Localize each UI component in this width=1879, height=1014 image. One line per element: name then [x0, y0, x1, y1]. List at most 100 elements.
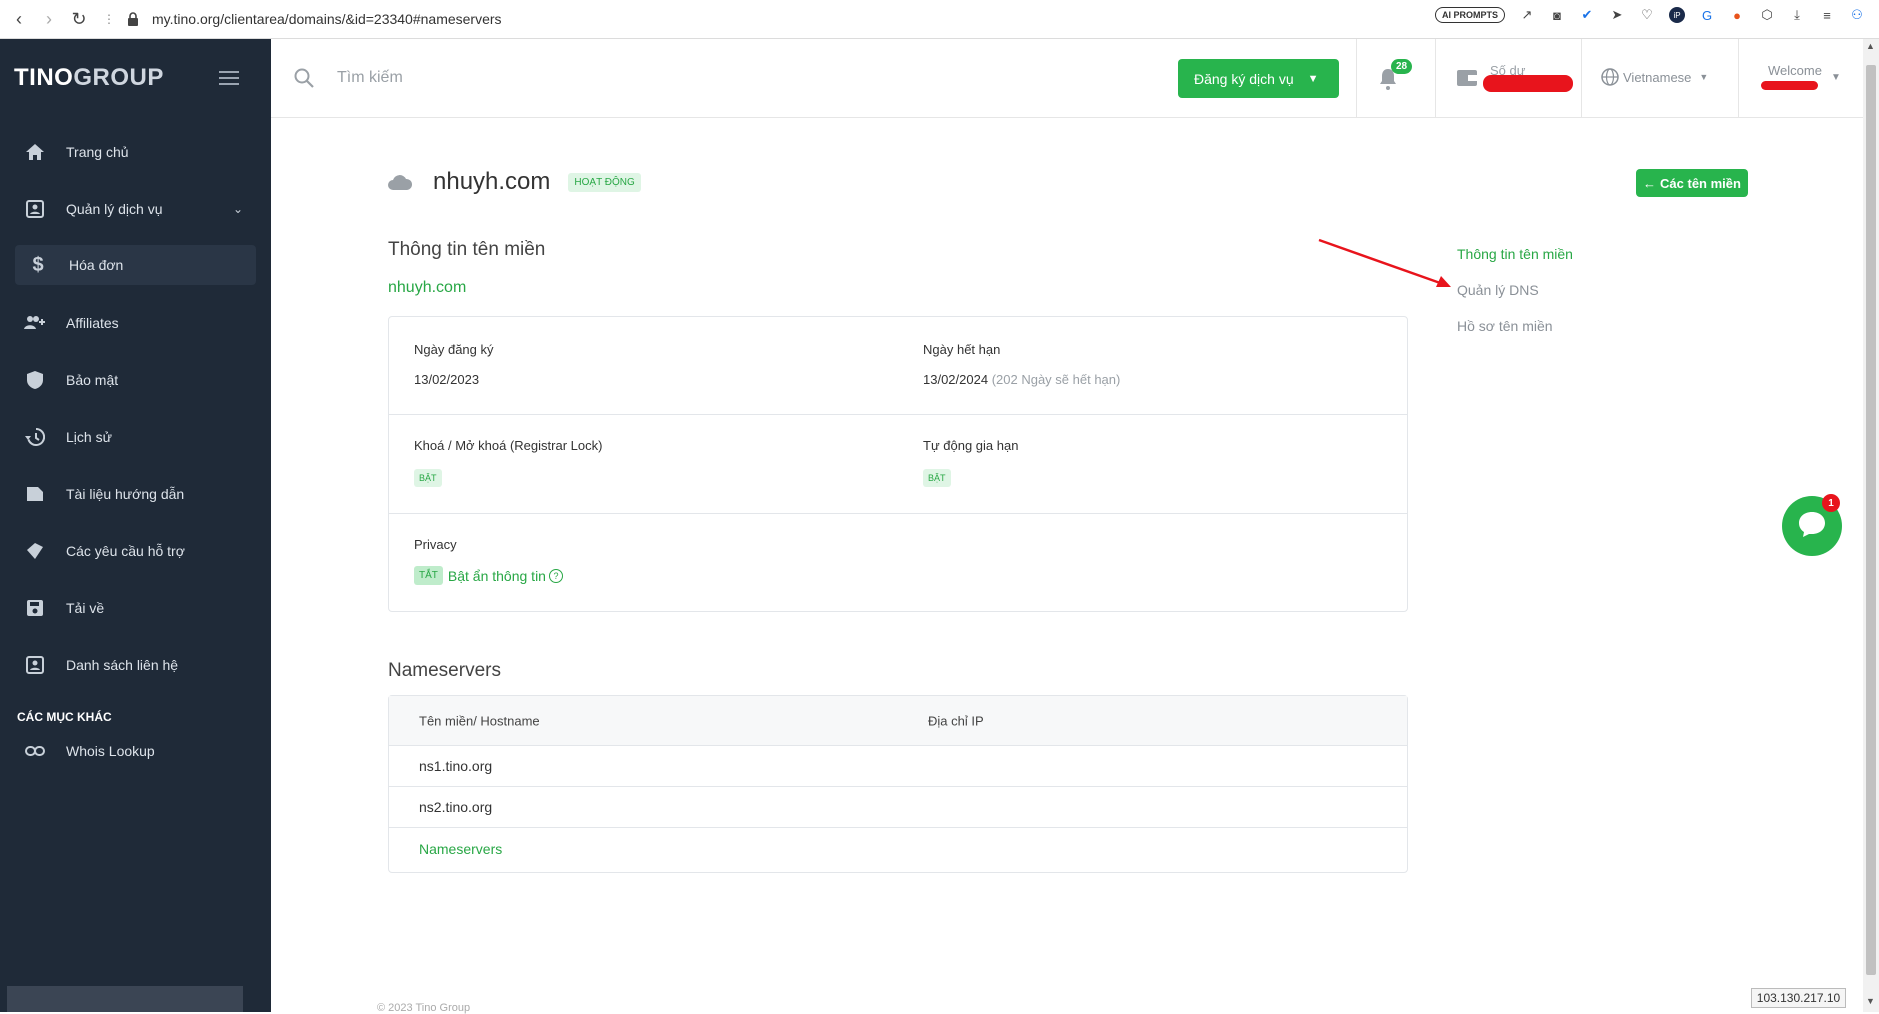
register-label: Đăng ký dịch vụ [1194, 70, 1294, 87]
ns-hostname: ns1.tino.org [419, 758, 493, 774]
sidebar-item-label: Tài liệu hướng dẫn [66, 485, 185, 502]
menu-icon[interactable]: ≡ [1819, 7, 1835, 23]
domain-info-link[interactable]: nhuyh.com [388, 279, 466, 297]
sidebar-item-whois[interactable]: Whois Lookup [0, 729, 271, 773]
hamburger-icon[interactable] [219, 71, 239, 85]
logo-light-text: GROUP [73, 64, 164, 91]
logo-bold-text: TINO [14, 64, 74, 91]
enable-privacy-link[interactable]: Bật ẩn thông tin [448, 568, 546, 584]
subnav-domain-profile[interactable]: Hồ sơ tên miền [1457, 318, 1553, 334]
chevron-down-icon[interactable]: ⌄ [233, 202, 243, 216]
back-icon[interactable]: ‹ [4, 4, 34, 34]
translate-icon[interactable]: G [1699, 7, 1715, 23]
scroll-down-arrow[interactable]: ▼ [1866, 996, 1875, 1006]
sidebar-item-affiliates[interactable]: Affiliates [0, 294, 271, 351]
sidebar-item-home[interactable]: Trang chủ [0, 123, 271, 180]
status-badge: HOẠT ĐỘNG [568, 172, 641, 192]
privacy-status-badge[interactable]: TẮT [414, 566, 443, 585]
sidebar-item-downloads[interactable]: Tải về [0, 579, 271, 636]
reload-icon[interactable]: ↻ [64, 4, 94, 34]
card-row-lock: Khoá / Mở khoá (Registrar Lock) BẬT Tự đ… [389, 415, 1407, 514]
card-row-dates: Ngày đăng ký 13/02/2023 Ngày hết hạn 13/… [389, 317, 1407, 415]
privacy-label: Privacy [414, 537, 457, 552]
table-row: Nameservers [389, 828, 1407, 869]
notification-badge: 28 [1391, 59, 1413, 74]
lock-icon[interactable] [124, 4, 142, 34]
annotation-arrow [1318, 238, 1451, 287]
divider [1356, 39, 1357, 118]
sidebar-item-label: Các yêu cầu hỗ trợ [66, 542, 185, 559]
profile-icon[interactable]: ⚇ [1849, 7, 1865, 23]
chat-bubble-icon [1796, 509, 1828, 544]
nameservers-link[interactable]: Nameservers [419, 841, 502, 857]
table-row: ns1.tino.org [389, 746, 1407, 787]
subnav-dns-management[interactable]: Quản lý DNS [1457, 282, 1539, 298]
subnav-domain-info[interactable]: Thông tin tên miền [1457, 246, 1573, 262]
sidebar-item-label: Trang chủ [66, 143, 129, 160]
link-icon [24, 740, 46, 762]
sidebar-item-contacts[interactable]: Danh sách liên hệ [0, 636, 271, 693]
shield-check-icon[interactable]: ✔ [1579, 7, 1595, 23]
heart-icon[interactable]: ♡ [1639, 7, 1655, 23]
language-selector[interactable]: Vietnamese ▼ [1601, 68, 1708, 86]
ip-address-box: 103.130.217.10 [1751, 988, 1846, 1008]
logo[interactable]: TINOGROUP [14, 64, 164, 92]
caret-down-icon[interactable]: ▼ [1831, 72, 1841, 83]
ns-hostname: ns2.tino.org [419, 799, 493, 815]
document-icon [24, 483, 46, 505]
scroll-thumb[interactable] [1866, 65, 1876, 975]
back-to-domains-button[interactable]: ← Các tên miền [1636, 169, 1748, 197]
sidebar-bottom-bar [7, 986, 243, 1012]
sidebar-item-docs[interactable]: Tài liệu hướng dẫn [0, 465, 271, 522]
sidebar-item-label: Whois Lookup [66, 743, 155, 759]
camera-icon[interactable]: ◙ [1549, 7, 1565, 23]
autorenew-label: Tự động gia hạn [923, 438, 1019, 453]
send-icon[interactable]: ➤ [1609, 7, 1625, 23]
sidebar-item-label: Quản lý dịch vụ [66, 200, 163, 217]
ip-extension-icon[interactable]: iP [1669, 7, 1685, 23]
search-icon[interactable] [293, 67, 315, 89]
domain-info-card: Ngày đăng ký 13/02/2023 Ngày hết hạn 13/… [388, 316, 1408, 612]
sidebar-item-services[interactable]: Quản lý dịch vụ ⌄ [0, 180, 271, 237]
col-hostname: Tên miền/ Hostname [419, 713, 540, 728]
sidebar-item-tickets[interactable]: Các yêu cầu hỗ trợ [0, 522, 271, 579]
sidebar-item-label: Hóa đơn [69, 257, 124, 273]
nameservers-table: Tên miền/ Hostname Địa chỉ IP ns1.tino.o… [388, 695, 1408, 873]
help-icon[interactable]: ? [548, 568, 563, 583]
ai-prompts-extension[interactable]: AI PROMPTS [1434, 7, 1505, 23]
share-icon[interactable]: ↗ [1519, 7, 1535, 23]
autorenew-status-badge[interactable]: BẬT [923, 469, 951, 487]
sidebar-item-invoices[interactable]: $ Hóa đơn [15, 245, 256, 285]
download-icon[interactable]: ⤓ [1789, 7, 1805, 23]
address-bar[interactable]: my.tino.org/clientarea/domains/&id=23340… [152, 11, 502, 27]
footer-copyright: © 2023 Tino Group [377, 1002, 471, 1014]
top-header: Tìm kiếm Đăng ký dịch vụ ▼ 28 Số dư Viet… [271, 39, 1863, 118]
back-to-domains-label: Các tên miền [1660, 175, 1741, 191]
sidebar: TINOGROUP Trang chủ Quản lý dịch vụ ⌄ $ … [0, 39, 271, 1012]
sidebar-item-label: Tải về [66, 599, 105, 616]
cube-icon[interactable]: ⬡ [1759, 7, 1775, 23]
sidebar-item-security[interactable]: Bảo mật [0, 351, 271, 408]
lock-status-badge[interactable]: BẬT [414, 469, 442, 487]
scroll-up-arrow[interactable]: ▲ [1866, 41, 1875, 51]
browser-toolbar: ‹ › ↻ ⋮ my.tino.org/clientarea/domains/&… [0, 0, 1879, 39]
forward-icon[interactable]: › [34, 4, 64, 34]
user-plus-icon [24, 312, 46, 334]
account-box-icon [24, 198, 46, 220]
page-scrollbar[interactable]: ▲ ▼ [1863, 39, 1879, 1012]
sidebar-item-label: Affiliates [66, 314, 119, 331]
exp-date-value: 13/02/2024 (202 Ngày sẽ hết hạn) [923, 372, 1120, 387]
search-input[interactable]: Tìm kiếm [337, 69, 403, 87]
register-service-button[interactable]: Đăng ký dịch vụ ▼ [1178, 59, 1339, 98]
sidebar-item-history[interactable]: Lịch sử [0, 408, 271, 465]
table-header: Tên miền/ Hostname Địa chỉ IP [389, 696, 1407, 746]
arrow-left-icon: ← [1643, 175, 1657, 191]
privacy-control: TẮT Bật ẩn thông tin ? [414, 566, 563, 585]
nameservers-title: Nameservers [388, 660, 501, 681]
user-menu[interactable]: Welcome [1768, 63, 1822, 78]
shield-icon [24, 369, 46, 391]
domain-info-title: Thông tin tên miền [388, 239, 546, 260]
chat-badge: 1 [1822, 494, 1840, 512]
rocket-icon[interactable]: ● [1729, 7, 1745, 23]
site-settings-icon[interactable]: ⋮ [94, 4, 124, 34]
